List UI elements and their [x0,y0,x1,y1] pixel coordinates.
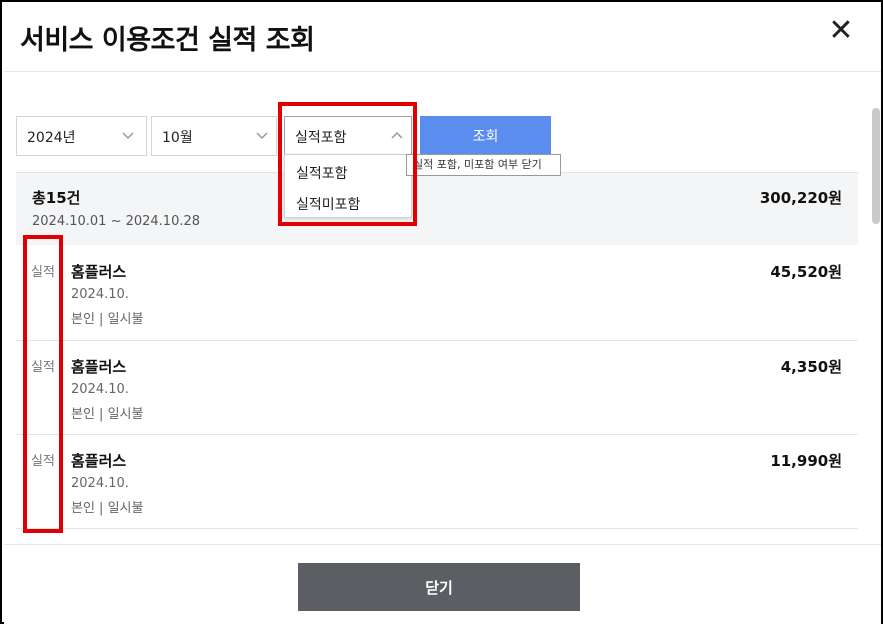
merchant-name: 홈플러스 [71,263,127,281]
performance-tag: 실적 [31,265,55,280]
dropdown-option-include[interactable]: 실적포함 [296,163,348,183]
search-button[interactable]: 조회 [420,116,551,156]
performance-select-value: 실적포함 [295,130,347,146]
performance-dropdown: 실적포함 실적미포함 [284,154,412,218]
close-icon[interactable]: ✕ [826,16,856,46]
divider [16,528,858,529]
dialog-footer: 닫기 [4,544,881,624]
list-item[interactable]: 실적 홈플러스 2024.10. 본인 | 일시불 11,990원 [16,434,858,529]
list-item[interactable]: 실적 홈플러스 2024.10. 본인 | 일시불 45,520원 [16,245,858,340]
month-select-value: 10월 [162,130,193,146]
performance-tag: 실적 [31,360,55,375]
transaction-detail: 본인 | 일시불 [71,407,144,422]
list-item[interactable]: 실적 홈플러스 2024.10. 본인 | 일시불 4,350원 [16,340,858,435]
month-select[interactable]: 10월 [151,116,277,156]
transaction-date: 2024.10. [71,476,129,491]
transaction-date: 2024.10. [71,287,129,302]
transaction-detail: 본인 | 일시불 [71,501,144,516]
transaction-amount: 4,350원 [780,358,842,376]
close-button[interactable]: 닫기 [298,563,580,611]
transaction-date: 2024.10. [71,382,129,397]
dialog-title: 서비스 이용조건 실적 조회 [20,25,315,56]
summary-panel: 총15건 2024.10.01 ~ 2024.10.28 300,220원 [16,173,858,245]
performance-tag: 실적 [31,454,55,469]
transaction-amount: 45,520원 [770,263,842,281]
date-range: 2024.10.01 ~ 2024.10.28 [32,214,201,229]
scrollbar-thumb[interactable] [872,108,880,224]
year-select-value: 2024년 [27,130,76,146]
year-select[interactable]: 2024년 [16,116,147,156]
dropdown-option-exclude[interactable]: 실적미포함 [296,194,360,214]
transaction-amount: 11,990원 [770,452,842,470]
dialog-header: 서비스 이용조건 실적 조회 ✕ [4,4,881,72]
merchant-name: 홈플러스 [71,358,127,376]
performance-select[interactable]: 실적포함 [284,116,412,156]
chevron-down-icon [122,132,134,140]
dialog: 서비스 이용조건 실적 조회 ✕ 2024년 10월 실적포함 조회 총15건 … [0,0,883,624]
total-count: 총15건 [32,189,81,207]
chevron-down-icon [256,132,268,140]
tooltip: 실적 포함, 미포함 여부 닫기 [406,154,561,176]
total-amount: 300,220원 [759,189,842,207]
transaction-detail: 본인 | 일시불 [71,312,144,327]
chevron-up-icon [391,131,403,139]
merchant-name: 홈플러스 [71,452,127,470]
